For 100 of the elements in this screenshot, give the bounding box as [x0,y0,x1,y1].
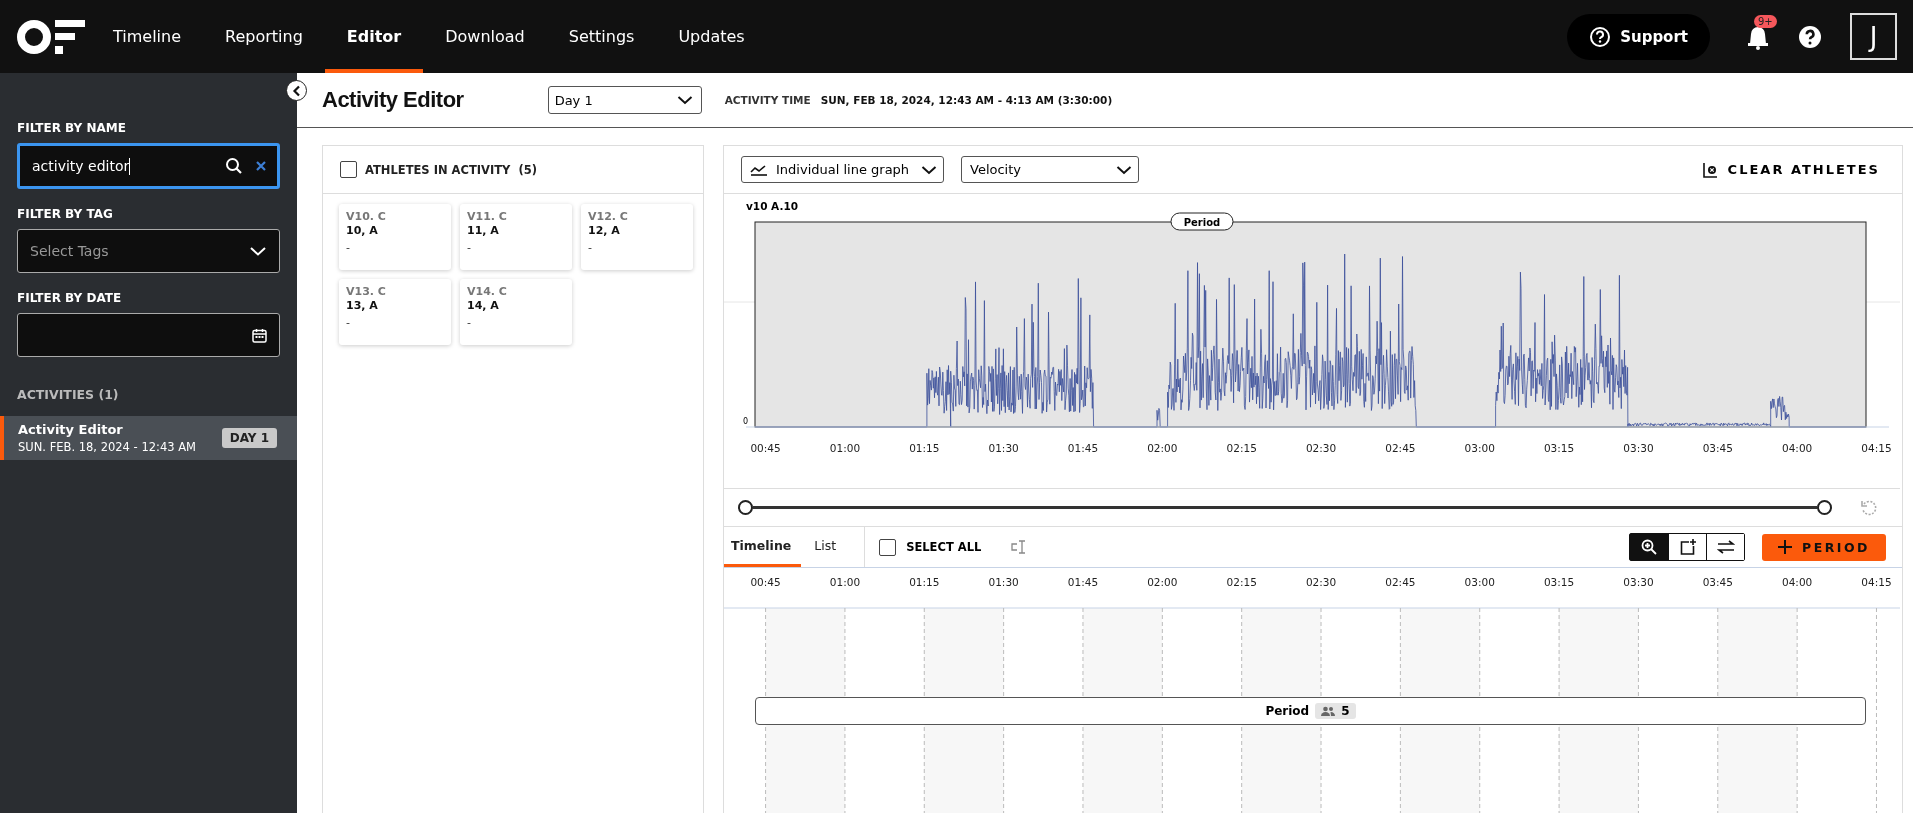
chevron-left-icon [291,84,302,97]
time-label: 03:30 [1623,576,1654,588]
athlete-note: - [467,241,472,254]
axis-label: 03:45 [1702,442,1733,454]
time-label: 01:45 [1067,576,1099,588]
clear-icon[interactable] [255,160,267,172]
nav-tab[interactable]: Updates [656,0,767,73]
activity-date: SUN. FEB. 18, 2024 - 12:43 AM [18,440,197,454]
collapse-button[interactable] [286,80,307,101]
graph-type-select[interactable]: Individual line graph [741,156,944,183]
time-label: 02:15 [1226,576,1257,588]
slider-handle[interactable] [738,500,753,515]
nav-tab[interactable]: Download [423,0,547,73]
chevron-down-icon [921,164,937,175]
axis-label: 03:30 [1623,442,1654,454]
time-label: 01:15 [909,576,940,588]
metric-select[interactable]: Velocity [961,156,1139,183]
activity-item[interactable]: Activity Editor SUN. FEB. 18, 2024 - 12:43 AM DAY 1 [0,416,297,460]
athlete-note: - [588,241,593,254]
athlete-code: V13. C [346,285,387,298]
logo-icon[interactable] [17,18,87,55]
page-title: Activity Editor [322,87,464,113]
add-period-button[interactable]: PERIOD [1762,533,1886,561]
zoom-button[interactable] [1630,534,1668,560]
nav-tab[interactable]: Timeline [91,0,204,73]
checkbox[interactable] [879,538,897,556]
activity-time-label: ACTIVITY TIME [724,94,811,106]
activities-heading: ACTIVITIES (1) [17,387,120,402]
axis-label: 04:00 [1782,442,1813,454]
time-label: 03:00 [1464,576,1495,588]
athlete-card[interactable]: V11. C 11, A - [460,204,572,270]
athletes-heading: ATHLETES IN ACTIVITY [365,162,511,177]
athlete-card[interactable]: V10. C 10, A - [339,204,451,270]
day-badge: DAY 1 [221,428,277,448]
athlete-card[interactable]: V13. C 13, A - [339,279,451,345]
athlete-code: V11. C [467,210,508,223]
help-icon[interactable] [1798,24,1822,49]
view-tab[interactable]: List [807,527,847,567]
axis-label: 02:15 [1226,442,1257,454]
nav-tab[interactable]: Reporting [203,0,325,73]
filter-label: FILTER BY NAME [17,121,127,135]
search-field[interactable]: activity editor [17,143,280,189]
clear-icon [1702,161,1718,178]
line-chart-icon [750,163,768,176]
view-tab[interactable]: Timeline [724,527,802,567]
help-icon [1589,25,1612,48]
athlete-note: - [346,241,351,254]
series-label: v10 A.10 [746,200,799,212]
period-label: Period [1265,704,1310,718]
time-label: 01:30 [988,576,1019,588]
axis-label: 01:15 [909,442,940,454]
user-avatar[interactable]: J [1850,13,1897,60]
filter-label: FILTER BY DATE [17,291,123,305]
slider-handle[interactable] [1817,500,1832,515]
athlete-card[interactable]: V14. C 14, A - [460,279,572,345]
support-button[interactable]: Support [1567,13,1710,60]
axis-label: 03:00 [1464,442,1495,454]
athlete-count-badge: 5 [1315,703,1356,719]
athlete-code: V12. C [588,210,629,223]
time-label: 02:00 [1147,576,1178,588]
swap-arrows-icon [1716,540,1735,554]
athlete-card[interactable]: V12. C 12, A - [581,204,693,270]
time-label: 01:00 [829,576,861,588]
tag-select[interactable]: Select Tags [17,229,280,273]
period-bar[interactable]: Period 5 [755,697,1866,725]
nav-tab[interactable]: Editor [324,0,424,73]
range-slider-track[interactable] [753,506,1817,509]
checkbox[interactable] [340,161,357,178]
time-label: 04:15 [1861,576,1892,588]
nav-tab[interactable]: Settings [546,0,657,73]
text-cursor-icon[interactable] [1011,540,1028,554]
athlete-note: - [467,316,472,329]
axis-label: 02:30 [1305,442,1337,454]
day-select[interactable]: Day 1 [547,86,702,114]
time-label: 02:45 [1385,576,1416,588]
time-label: 04:00 [1782,576,1813,588]
time-label: 02:30 [1305,576,1337,588]
athlete-note: - [346,316,351,329]
athlete-count: (5) [518,162,537,177]
clear-athletes-button[interactable]: CLEAR ATHLETES [1696,161,1886,178]
search-icon[interactable] [225,157,243,175]
calendar-icon[interactable] [252,327,267,343]
date-field[interactable] [17,313,280,357]
axis-label: 04:15 [1861,442,1892,454]
axis-label: 0 [742,417,748,426]
activity-name: Activity Editor [18,422,124,437]
chevron-down-icon [676,95,693,105]
time-label: 03:15 [1543,576,1575,588]
athlete-name: 10, A [346,224,379,237]
axis-label: 02:00 [1147,442,1178,454]
filter-label: FILTER BY TAG [17,207,114,221]
period-tag: Period [1170,212,1234,231]
athlete-name: 12, A [588,224,621,237]
chevron-down-icon [249,245,267,257]
axis-label: 01:00 [829,442,861,454]
time-label: 03:45 [1702,576,1733,588]
zoom-in-icon [1641,539,1657,555]
plus-icon [1778,540,1792,554]
swap-button[interactable] [1706,534,1744,560]
athlete-name: 11, A [467,224,500,237]
